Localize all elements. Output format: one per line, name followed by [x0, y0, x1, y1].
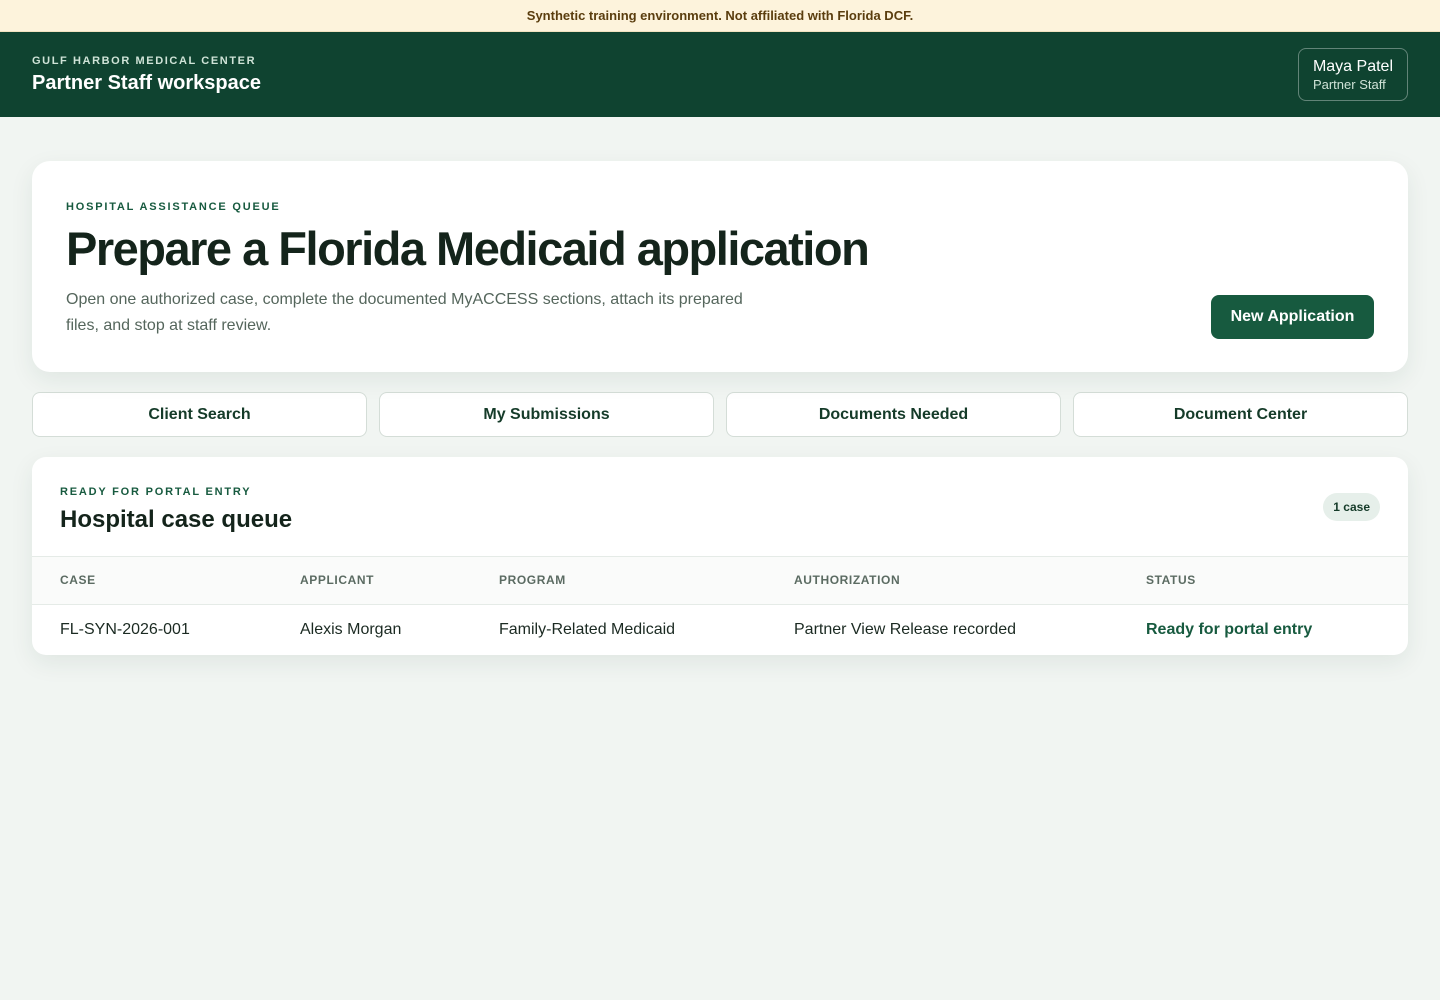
main-content: HOSPITAL ASSISTANCE QUEUE Prepare a Flor… [0, 117, 1440, 655]
hero-card: HOSPITAL ASSISTANCE QUEUE Prepare a Flor… [32, 161, 1408, 372]
column-header-authorization: AUTHORIZATION [766, 557, 1118, 605]
case-id-cell[interactable]: FL-SYN-2026-001 [32, 604, 272, 655]
top-header: GULF HARBOR MEDICAL CENTER Partner Staff… [0, 32, 1440, 117]
user-role: Partner Staff [1312, 77, 1386, 92]
applicant-cell: Alexis Morgan [300, 620, 402, 638]
documents-needed-button[interactable]: Documents Needed [726, 392, 1061, 437]
case-queue-panel: READY FOR PORTAL ENTRY Hospital case que… [32, 457, 1408, 655]
queue-heading: READY FOR PORTAL ENTRY Hospital case que… [60, 486, 292, 534]
quick-nav: Client Search My Submissions Documents N… [32, 392, 1408, 437]
hero-description: Open one authorized case, complete the d… [66, 290, 743, 334]
case-table: CASE APPLICANT PROGRAM AUTHORIZATION STA… [32, 557, 1408, 655]
authorization-cell: Partner View Release recorded [794, 620, 1017, 638]
column-header-case: CASE [32, 557, 272, 605]
column-header-program: PROGRAM [471, 557, 766, 605]
column-header-applicant: APPLICANT [272, 557, 471, 605]
status-cell: Ready for portal entry [1146, 620, 1313, 638]
table-header-row: CASE APPLICANT PROGRAM AUTHORIZATION STA… [32, 557, 1408, 605]
case-count-badge: 1 case [1323, 493, 1380, 521]
client-search-button[interactable]: Client Search [32, 392, 367, 437]
my-submissions-button[interactable]: My Submissions [379, 392, 714, 437]
banner-text: Synthetic training environment. Not affi… [526, 8, 914, 23]
hero-eyebrow: HOSPITAL ASSISTANCE QUEUE [66, 201, 281, 213]
document-center-button[interactable]: Document Center [1073, 392, 1408, 437]
column-header-status: STATUS [1118, 557, 1408, 605]
training-environment-banner: Synthetic training environment. Not affi… [0, 0, 1440, 32]
table-row[interactable]: FL-SYN-2026-001 Alexis Morgan Family-Rel… [32, 604, 1408, 655]
workspace-title: Partner Staff workspace [32, 71, 261, 94]
new-application-button[interactable]: New Application [1211, 295, 1374, 339]
queue-eyebrow: READY FOR PORTAL ENTRY [60, 486, 252, 498]
brand-block: GULF HARBOR MEDICAL CENTER Partner Staff… [32, 55, 261, 95]
queue-header: READY FOR PORTAL ENTRY Hospital case que… [32, 457, 1408, 557]
program-cell: Family-Related Medicaid [499, 620, 676, 638]
queue-title: Hospital case queue [60, 506, 293, 533]
user-name: Maya Patel [1312, 58, 1393, 75]
organization-name: GULF HARBOR MEDICAL CENTER [32, 54, 257, 67]
page-title: Prepare a Florida Medicaid application [66, 222, 870, 275]
user-menu-button[interactable]: Maya Patel Partner Staff [1297, 48, 1408, 101]
